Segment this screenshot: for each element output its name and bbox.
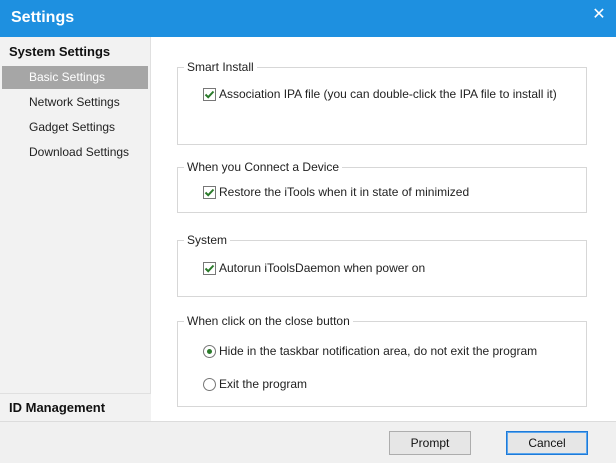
hide-in-taskbar-radio[interactable]: Hide in the taskbar notification area, d… [203, 343, 537, 359]
sidebar-item-network-settings[interactable]: Network Settings [2, 91, 148, 114]
group-legend: When click on the close button [184, 314, 353, 328]
restore-itools-checkbox[interactable]: Restore the iTools when it in state of m… [203, 184, 469, 200]
window-title: Settings [11, 9, 75, 26]
title-bar: Settings ✕ [0, 0, 616, 37]
autorun-daemon-checkbox[interactable]: Autorun iToolsDaemon when power on [203, 260, 425, 276]
group-legend: Smart Install [184, 60, 257, 74]
sidebar-section-id-management[interactable]: ID Management [0, 393, 151, 421]
checkbox-checked-icon[interactable] [203, 261, 216, 275]
radio-label: Hide in the taskbar notification area, d… [219, 344, 538, 358]
prompt-button[interactable]: Prompt [389, 431, 471, 455]
sidebar-section-system-settings[interactable]: System Settings [9, 44, 110, 59]
checkbox-label: Association IPA file (you can double-cli… [219, 87, 557, 101]
checkbox-label: Restore the iTools when it in state of m… [219, 185, 470, 199]
sidebar: System Settings Basic Settings Network S… [0, 37, 151, 421]
association-ipa-checkbox[interactable]: Association IPA file (you can double-cli… [203, 86, 557, 102]
checkbox-label: Autorun iToolsDaemon when power on [219, 261, 426, 275]
group-legend: System [184, 233, 231, 247]
checkbox-checked-icon[interactable] [203, 185, 216, 199]
sidebar-item-download-settings[interactable]: Download Settings [2, 141, 148, 164]
group-system: System Autorun iToolsDaemon when power o… [177, 233, 587, 297]
cancel-button[interactable]: Cancel [506, 431, 588, 455]
group-close-button: When click on the close button Hide in t… [177, 314, 587, 407]
close-icon[interactable]: ✕ [590, 6, 608, 24]
dialog-footer: Prompt Cancel [0, 421, 616, 463]
checkbox-checked-icon[interactable] [203, 87, 216, 101]
radio-label: Exit the program [219, 377, 308, 391]
sidebar-item-gadget-settings[interactable]: Gadget Settings [2, 116, 148, 139]
radio-selected-icon[interactable] [203, 344, 216, 358]
exit-program-radio[interactable]: Exit the program [203, 376, 307, 392]
group-smart-install: Smart Install Association IPA file (you … [177, 60, 587, 145]
group-connect-device: When you Connect a Device Restore the iT… [177, 160, 587, 213]
sidebar-item-basic-settings[interactable]: Basic Settings [2, 66, 148, 89]
radio-unselected-icon[interactable] [203, 377, 216, 391]
group-legend: When you Connect a Device [184, 160, 343, 174]
